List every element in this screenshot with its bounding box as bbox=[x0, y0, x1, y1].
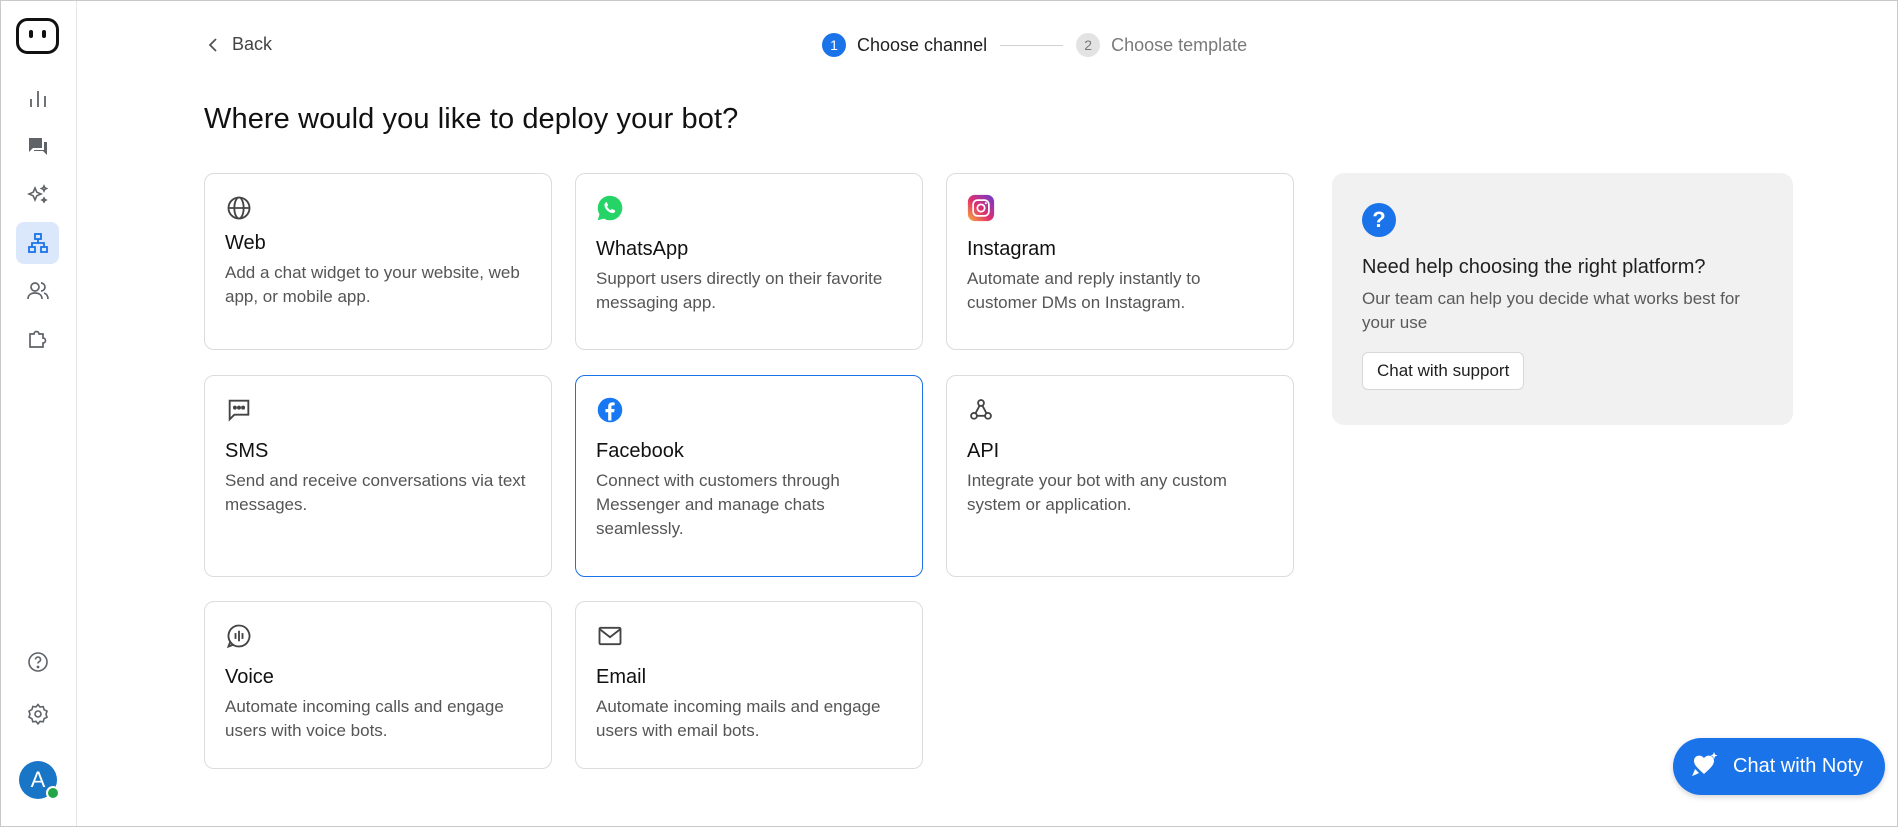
card-description: Integrate your bot with any custom syste… bbox=[967, 471, 1227, 514]
sms-icon bbox=[225, 396, 531, 430]
card-description: Connect with customers through Messenger… bbox=[596, 471, 840, 538]
chat-with-support-button[interactable]: Chat with support bbox=[1362, 352, 1525, 390]
card-title: SMS bbox=[225, 440, 269, 462]
help-title: Need help choosing the right platform? bbox=[1362, 256, 1706, 278]
channel-card-whatsapp[interactable]: WhatsApp Support users directly on their… bbox=[575, 173, 923, 350]
card-title: WhatsApp bbox=[596, 238, 689, 260]
channel-card-email[interactable]: Email Automate incoming mails and engage… bbox=[575, 601, 923, 769]
sidebar-item-ai[interactable] bbox=[16, 174, 59, 216]
question-icon: ? bbox=[1362, 203, 1396, 237]
card-title: Instagram bbox=[967, 238, 1056, 260]
chat-bubbles-icon bbox=[28, 138, 47, 155]
card-description: Support users directly on their favorite… bbox=[596, 269, 883, 312]
avatar[interactable]: A bbox=[19, 761, 60, 800]
sidebar-item-help[interactable] bbox=[16, 641, 59, 683]
avatar-initial: A bbox=[30, 767, 46, 792]
card-description: Add a chat widget to your website, web a… bbox=[225, 263, 520, 306]
chat-with-noty-button[interactable]: Chat with Noty bbox=[1673, 738, 1885, 795]
step-2-label: Choose template bbox=[1111, 34, 1248, 55]
sidebar-item-conversations[interactable] bbox=[16, 126, 59, 168]
sparkles-icon bbox=[26, 184, 48, 204]
chat-fab-label: Chat with Noty bbox=[1733, 755, 1864, 777]
sidebar-item-deploy[interactable] bbox=[16, 222, 59, 264]
card-description: Automate incoming calls and engage users… bbox=[225, 697, 504, 740]
sidebar-item-settings[interactable] bbox=[16, 693, 59, 735]
channel-card-facebook[interactable]: Facebook Connect with customers through … bbox=[575, 375, 923, 577]
channel-card-instagram[interactable]: Instagram Automate and reply instantly t… bbox=[946, 173, 1294, 350]
step-2-number: 2 bbox=[1076, 33, 1101, 57]
back-label: Back bbox=[232, 34, 273, 54]
step-1-number: 1 bbox=[822, 33, 846, 57]
puzzle-icon bbox=[28, 330, 46, 348]
stepper: 1 Choose channel 2 Choose template bbox=[822, 33, 1247, 57]
chevron-left-icon bbox=[208, 37, 217, 52]
globe-icon bbox=[225, 194, 531, 222]
voice-icon bbox=[225, 622, 531, 656]
facebook-icon bbox=[596, 396, 902, 430]
users-icon bbox=[26, 282, 49, 300]
card-title: Web bbox=[225, 232, 266, 254]
hierarchy-icon bbox=[27, 233, 48, 253]
page-title: Where would you like to deploy your bot? bbox=[204, 103, 739, 135]
bar-chart-icon bbox=[29, 91, 46, 107]
instagram-icon bbox=[967, 194, 1273, 228]
step-1-label: Choose channel bbox=[857, 34, 988, 55]
help-panel: ? Need help choosing the right platform?… bbox=[1332, 173, 1793, 425]
card-description: Automate incoming mails and engage users… bbox=[596, 697, 881, 740]
channel-card-web[interactable]: Web Add a chat widget to your website, w… bbox=[204, 173, 552, 350]
channel-card-voice[interactable]: Voice Automate incoming calls and engage… bbox=[204, 601, 552, 769]
step-connector bbox=[1000, 44, 1064, 46]
card-description: Automate and reply instantly to customer… bbox=[967, 269, 1201, 312]
gear-icon bbox=[27, 703, 48, 726]
email-icon bbox=[596, 622, 902, 656]
sidebar-item-users[interactable] bbox=[16, 270, 59, 312]
help-circle-icon bbox=[27, 652, 48, 672]
help-description: Our team can help you decide what works … bbox=[1362, 289, 1740, 332]
channel-card-api[interactable]: API Integrate your bot with any custom s… bbox=[946, 375, 1294, 577]
card-title: Voice bbox=[225, 666, 274, 688]
app-logo-icon[interactable] bbox=[16, 18, 59, 54]
channel-card-sms[interactable]: SMS Send and receive conversations via t… bbox=[204, 375, 552, 577]
webhook-icon bbox=[967, 396, 1273, 430]
online-status-dot bbox=[46, 786, 60, 800]
sidebar-item-analytics[interactable] bbox=[16, 78, 59, 120]
card-description: Send and receive conversations via text … bbox=[225, 471, 526, 514]
card-title: API bbox=[967, 440, 1000, 462]
card-title: Email bbox=[596, 666, 647, 688]
card-title: Facebook bbox=[596, 440, 684, 462]
chat-heart-sparkle-icon bbox=[1692, 751, 1718, 776]
whatsapp-icon bbox=[596, 194, 902, 228]
sidebar: A bbox=[1, 1, 77, 826]
sidebar-item-integrations[interactable] bbox=[16, 317, 59, 359]
back-button[interactable]: Back bbox=[206, 34, 272, 55]
